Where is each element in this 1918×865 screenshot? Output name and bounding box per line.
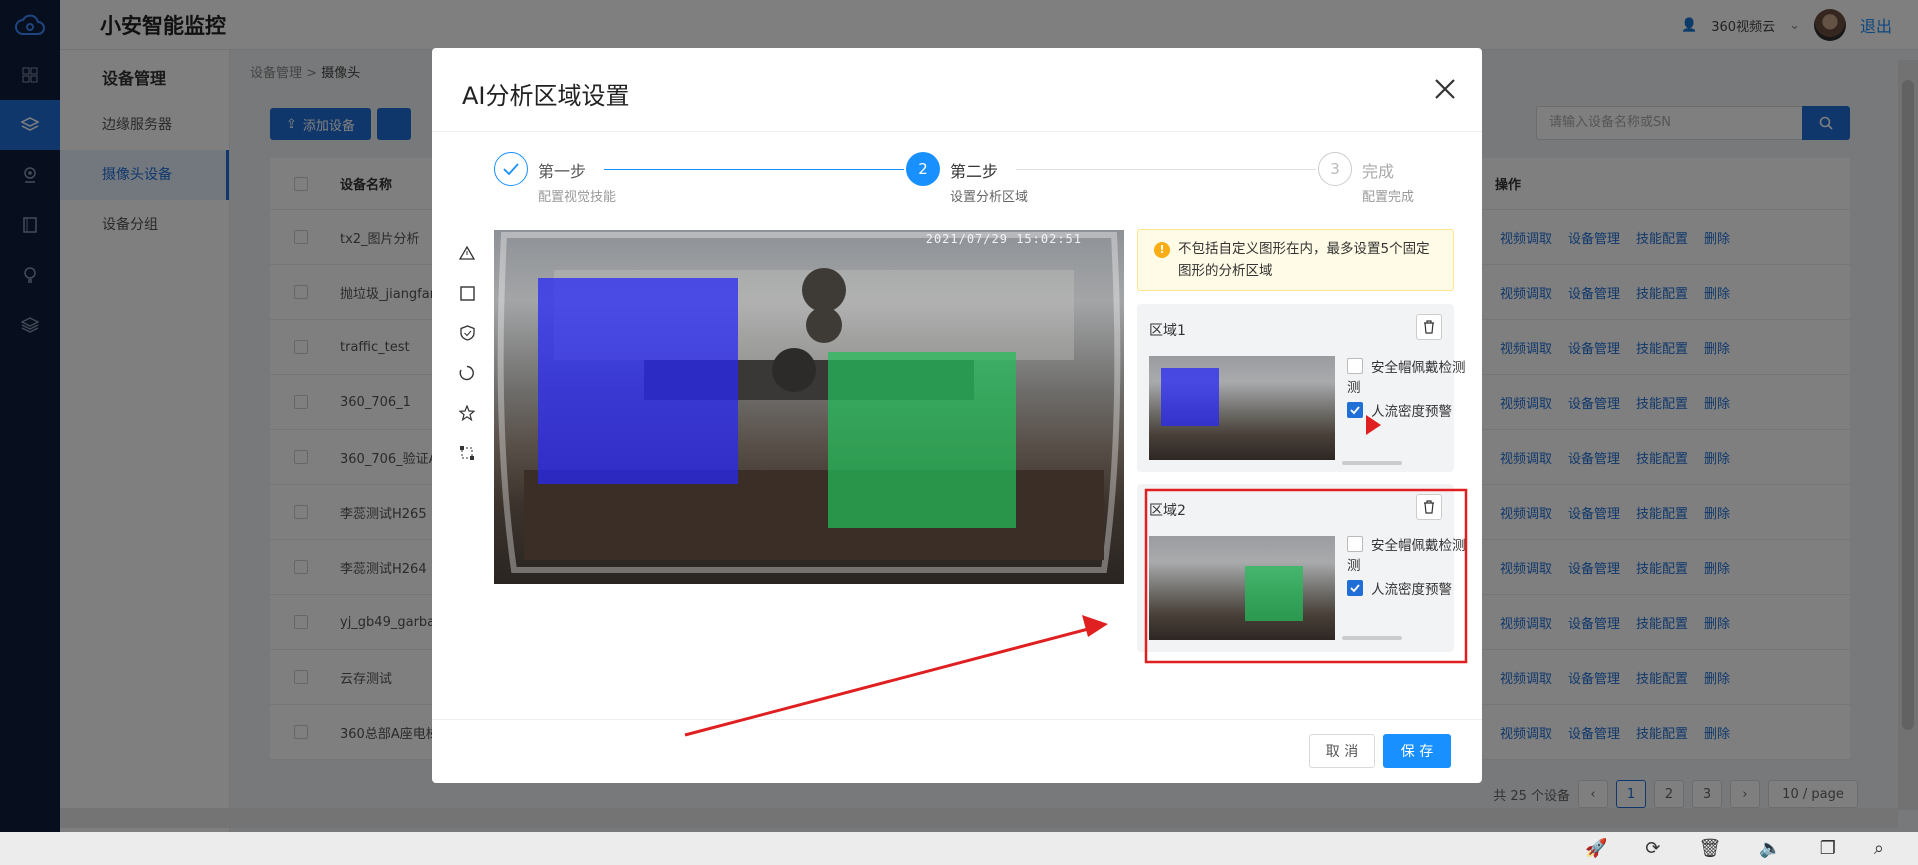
zone-2-crowd-label: 人流密度预警 bbox=[1371, 582, 1452, 598]
zone-2-crowd-checkbox[interactable] bbox=[1347, 580, 1363, 596]
step-3-title: 完成 bbox=[1362, 162, 1395, 181]
zone-2-thumbnail bbox=[1149, 536, 1335, 640]
polygon-icon[interactable] bbox=[452, 433, 482, 473]
step-line-2 bbox=[1016, 169, 1316, 170]
zone-1-thumbnail-overlay bbox=[1161, 368, 1219, 426]
close-icon[interactable] bbox=[1430, 74, 1460, 104]
zone-2-thumbnail-overlay bbox=[1245, 566, 1303, 621]
shape-toolbar bbox=[452, 233, 482, 473]
refresh-icon[interactable]: ⟳ bbox=[1645, 838, 1660, 859]
step-progress: 第一步 配置视觉技能 2 第二步 设置分析区域 3 完成 配置完成 bbox=[494, 152, 1424, 212]
zone-2-overlay[interactable] bbox=[828, 352, 1016, 528]
circle-icon[interactable] bbox=[452, 353, 482, 393]
zone-2-trash-icon[interactable] bbox=[1416, 494, 1442, 520]
preview-timestamp: 2021/07/29 15:02:51 bbox=[925, 232, 1082, 246]
zone-2-card: 区域2 安全帽佩戴检测 测 人流密度预警 bbox=[1137, 484, 1466, 652]
zone-1-label: 区域1 bbox=[1149, 323, 1186, 339]
zone-1-crowd-label: 人流密度预警 bbox=[1371, 404, 1452, 420]
zone-1-thumbnail bbox=[1149, 356, 1335, 460]
step-2-title: 第二步 bbox=[950, 162, 999, 181]
zone-1-overlay[interactable] bbox=[538, 278, 738, 484]
zone-2-label: 区域2 bbox=[1149, 503, 1186, 519]
zone-2-helmet-label: 安全帽佩戴检测 bbox=[1371, 538, 1466, 554]
step-3-number: 3 bbox=[1318, 152, 1352, 186]
zone-limit-notice: ! 不包括自定义图形在内，最多设置5个固定图形的分析区域 bbox=[1137, 229, 1454, 291]
zone-1-trash-icon[interactable] bbox=[1416, 314, 1442, 340]
star-icon[interactable] bbox=[452, 393, 482, 433]
modal-title: AI分析区域设置 bbox=[462, 82, 630, 110]
zone-2-wrap-text: 测 bbox=[1347, 558, 1361, 574]
save-button[interactable]: 保 存 bbox=[1383, 734, 1451, 768]
zone-1-helmet-checkbox[interactable] bbox=[1347, 358, 1363, 374]
modal-footer: 取 消 保 存 bbox=[432, 719, 1482, 783]
step-1-check-icon bbox=[494, 152, 528, 186]
zone-1-helmet-label: 安全帽佩戴检测 bbox=[1371, 360, 1466, 376]
trash-icon[interactable]: 🗑 bbox=[1698, 838, 1721, 859]
window-icon[interactable]: ❐ bbox=[1820, 838, 1836, 859]
notice-text: 不包括自定义图形在内，最多设置5个固定图形的分析区域 bbox=[1178, 241, 1430, 279]
modal-header: AI分析区域设置 bbox=[432, 48, 1482, 132]
step-line-1 bbox=[604, 169, 904, 170]
step-3-desc: 配置完成 bbox=[1362, 190, 1415, 205]
step-2-number: 2 bbox=[906, 152, 940, 186]
square-icon[interactable] bbox=[452, 273, 482, 313]
step-1-desc: 配置视觉技能 bbox=[538, 190, 617, 205]
zone-2-scrollbar[interactable] bbox=[1342, 636, 1402, 640]
zone-1-crowd-checkbox[interactable] bbox=[1347, 402, 1363, 418]
warning-icon: ! bbox=[1154, 242, 1170, 258]
step-2-desc: 设置分析区域 bbox=[950, 190, 1029, 205]
cancel-button[interactable]: 取 消 bbox=[1309, 734, 1375, 768]
search-icon[interactable]: ⌕ bbox=[1874, 838, 1884, 859]
zone-1-scrollbar[interactable] bbox=[1342, 461, 1402, 465]
speaker-icon[interactable]: 🔈 bbox=[1759, 838, 1781, 859]
camera-preview[interactable]: 2021/07/29 15:02:51 bbox=[494, 230, 1124, 584]
shield-icon[interactable] bbox=[452, 313, 482, 353]
step-1-title: 第一步 bbox=[538, 162, 587, 181]
triangle-icon[interactable] bbox=[452, 233, 482, 273]
system-tray: 🚀 ⟳ 🗑 🔈 ❐ ⌕ bbox=[0, 832, 1918, 865]
rocket-icon[interactable]: 🚀 bbox=[1585, 838, 1607, 859]
zone-1-card: 区域1 安全帽佩戴检测 测 人流密度预警 bbox=[1137, 304, 1466, 472]
ai-zone-modal: AI分析区域设置 第一步 配置视觉技能 2 第二步 设置分析区域 3 完成 配置… bbox=[432, 48, 1482, 783]
zone-2-helmet-checkbox[interactable] bbox=[1347, 536, 1363, 552]
zone-1-wrap-text: 测 bbox=[1347, 380, 1361, 396]
